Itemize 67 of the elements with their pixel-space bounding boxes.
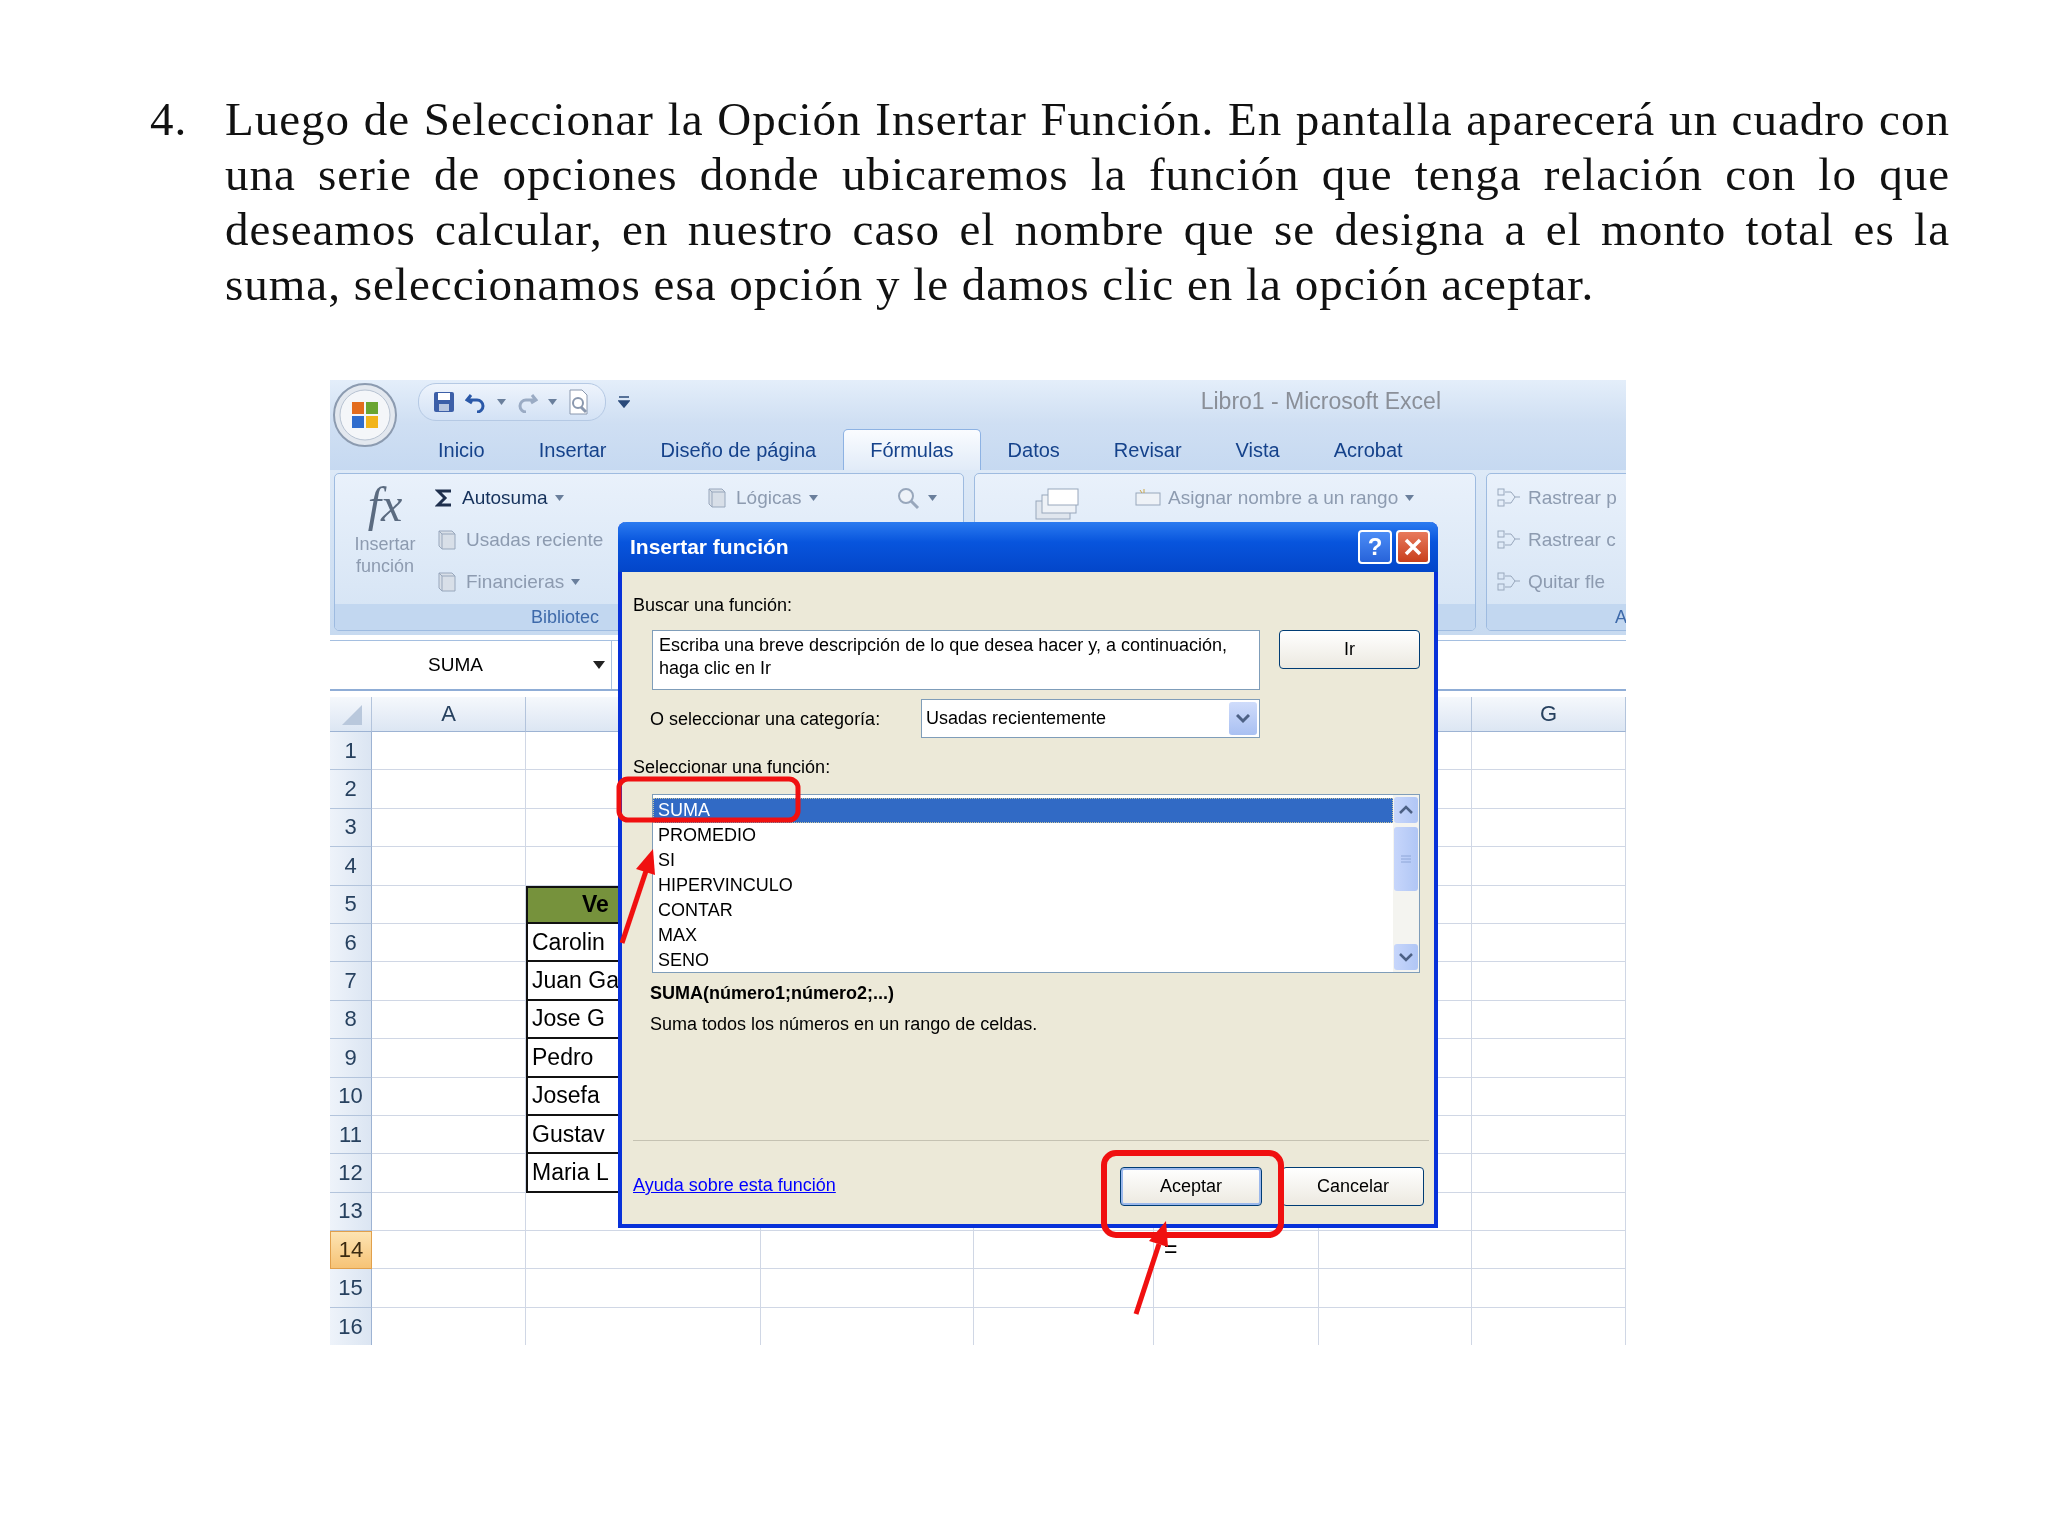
- grip-icon: [1401, 854, 1411, 864]
- trace-arrows-icon: [1497, 487, 1521, 509]
- ribbon-tab[interactable]: Datos: [980, 429, 1087, 470]
- book-icon: [435, 528, 459, 552]
- scroll-thumb[interactable]: [1394, 827, 1418, 891]
- window-title: Libro1 - Microsoft Excel: [1200, 388, 1441, 415]
- select-all-corner[interactable]: [330, 697, 372, 732]
- row-header[interactable]: 5: [330, 885, 372, 924]
- instruction-paragraph: Luego de Seleccionar la Opción Insertar Función. En pantalla aparecerá un cuadro con una serie de opciones donde ubicaremos la función que tenga relación con lo que deseamos calcular, en nuestro caso el nombre que se designa a el monto total es la suma, seleccionamos esa opción y le damos clic en la opción aceptar.: [225, 92, 1950, 312]
- row-header[interactable]: 1: [330, 732, 372, 771]
- ribbon-tab[interactable]: Insertar: [511, 429, 634, 470]
- ribbon-tab[interactable]: Vista: [1208, 429, 1307, 470]
- customize-caret-icon[interactable]: [618, 395, 630, 408]
- ribbon-tab[interactable]: Fórmulas: [843, 429, 981, 470]
- chevron-down-icon: [1236, 713, 1250, 724]
- row-header[interactable]: 14: [330, 1231, 372, 1270]
- caret-icon: [497, 398, 506, 405]
- help-button[interactable]: ?: [1358, 530, 1392, 564]
- ribbon-tab[interactable]: Inicio: [411, 429, 512, 470]
- close-button[interactable]: [1396, 530, 1430, 564]
- magnifier-icon: [895, 485, 921, 511]
- trace-arrows-icon: [1497, 571, 1521, 593]
- office-button[interactable]: [332, 382, 398, 448]
- book-icon: [705, 486, 729, 510]
- row-header[interactable]: 10: [330, 1077, 372, 1116]
- search-field[interactable]: Escriba una breve descripción de lo que desea hacer y, a continuación, haga clic en Ir: [652, 630, 1260, 690]
- row-header[interactable]: 12: [330, 1154, 372, 1193]
- row-header[interactable]: 13: [330, 1192, 372, 1232]
- column-header[interactable]: A: [372, 697, 526, 732]
- trace-arrows-icon: [1497, 529, 1521, 551]
- save-icon[interactable]: [433, 390, 455, 413]
- dialog-button[interactable]: Cancelar: [1282, 1167, 1424, 1206]
- scrollbar[interactable]: [1393, 795, 1419, 972]
- ribbon-tab[interactable]: Diseño de página: [633, 429, 844, 470]
- row-header[interactable]: 11: [330, 1115, 372, 1155]
- list-item[interactable]: SI: [653, 848, 1393, 873]
- row-header[interactable]: 6: [330, 923, 372, 963]
- name-box[interactable]: SUMA: [330, 641, 612, 689]
- row-header[interactable]: 7: [330, 962, 372, 1001]
- row-header[interactable]: 4: [330, 847, 372, 886]
- chevron-up-icon: [1399, 805, 1413, 815]
- chevron-down-icon: [1399, 952, 1413, 962]
- caret-icon: [548, 398, 557, 405]
- row-header[interactable]: 15: [330, 1269, 372, 1308]
- field-label: O seleccionar una categoría:: [650, 707, 882, 730]
- row-header[interactable]: 16: [330, 1307, 372, 1345]
- list-item[interactable]: SUMA: [653, 798, 1393, 823]
- book-icon: [435, 570, 459, 594]
- close-icon: [1403, 537, 1423, 557]
- row-header[interactable]: 2: [330, 770, 372, 809]
- list-item[interactable]: PROMEDIO: [653, 823, 1393, 848]
- row-header[interactable]: 3: [330, 808, 372, 848]
- print-preview-icon[interactable]: [567, 388, 591, 415]
- row-header[interactable]: 9: [330, 1039, 372, 1078]
- go-button[interactable]: Ir: [1279, 630, 1420, 669]
- caret-icon: [593, 661, 605, 669]
- step-number: 4.: [150, 92, 189, 147]
- dialog-title: Insertar función: [630, 535, 790, 559]
- ribbon-tab[interactable]: Acrobat: [1306, 429, 1430, 470]
- name-tag-icon: [1135, 488, 1161, 508]
- column-header[interactable]: G: [1472, 697, 1626, 732]
- ribbon-tab[interactable]: Revisar: [1086, 429, 1209, 470]
- row-header[interactable]: 8: [330, 1000, 372, 1040]
- field-label: Seleccionar una función:: [633, 756, 832, 778]
- dialog-button[interactable]: Aceptar: [1120, 1167, 1262, 1206]
- ribbon-button[interactable]: Autosuma: [435, 477, 705, 519]
- category-dropdown[interactable]: Usadas recientemente: [921, 699, 1260, 738]
